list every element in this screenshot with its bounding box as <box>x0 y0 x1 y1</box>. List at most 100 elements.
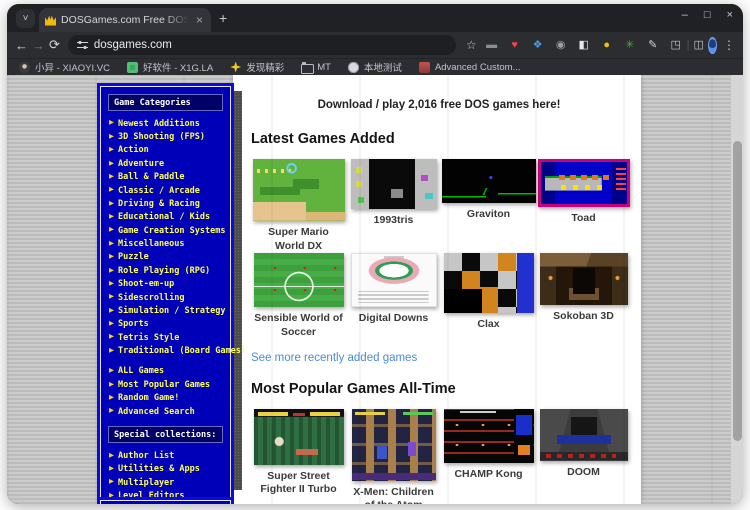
bullet-arrow-icon: ▶ <box>109 321 114 328</box>
game-thumbnail-graviton[interactable] <box>442 159 536 203</box>
game-thumbnail-clax[interactable] <box>444 253 534 313</box>
sidebar-item[interactable]: ▶Miscellaneous <box>107 237 224 250</box>
game-title-link[interactable]: CHAMP Kong <box>454 468 522 482</box>
game-thumbnail-toad[interactable] <box>538 159 630 207</box>
game-title-link[interactable]: Clax <box>477 318 499 332</box>
new-tab-button[interactable]: + <box>219 10 227 26</box>
game-thumbnail-ssf2t[interactable] <box>254 409 344 465</box>
sidebar-item[interactable]: ▶Most Popular Games <box>107 378 224 391</box>
reader-extension-icon[interactable]: ▬ <box>485 40 499 51</box>
maximize-button[interactable]: □ <box>704 10 711 21</box>
address-bar[interactable]: dosgames.com <box>68 35 456 55</box>
bookmark-item[interactable]: 好软件 - X1G.LA <box>127 60 213 74</box>
game-title-link[interactable]: Toad <box>571 212 595 226</box>
game-title-link[interactable]: Digital Downs <box>359 312 428 326</box>
bullet-arrow-icon: ▶ <box>109 382 114 389</box>
tab-search-button[interactable]: ˅ <box>16 9 35 28</box>
sidebar-item[interactable]: ▶Educational / Kids <box>107 211 224 224</box>
game-title-link[interactable]: X-Men: Children of the Atom <box>348 486 440 504</box>
sidebar-item[interactable]: ▶Utilities & Apps <box>107 463 224 476</box>
popular-games-heading: Most Popular Games All-Time <box>251 381 627 397</box>
sidebar-item[interactable]: ▶Driving & Racing <box>107 197 224 210</box>
sidebar-item-label: Ball & Paddle <box>118 172 185 182</box>
sidebar-item-label: Sports <box>118 319 149 329</box>
bookmark-star-icon[interactable]: ☆ <box>466 38 477 52</box>
url-text[interactable]: dosgames.com <box>94 39 172 51</box>
bookmark-item[interactable]: Advanced Custom... <box>419 62 521 73</box>
sidebar-item[interactable]: ▶Ball & Paddle <box>107 171 224 184</box>
sidebar-item[interactable]: ▶Tetris Style <box>107 331 224 344</box>
game-title-link[interactable]: Graviton <box>467 208 510 222</box>
game-thumbnail-champ[interactable] <box>444 409 534 463</box>
back-button[interactable]: ← <box>15 38 28 53</box>
camera-extension-icon[interactable]: ◉ <box>554 40 568 51</box>
profile-avatar[interactable] <box>708 37 717 54</box>
plant-extension-icon[interactable]: ✳ <box>623 40 637 51</box>
bookmark-item[interactable]: 发现精彩 <box>230 60 284 74</box>
sidebar-item[interactable]: ▶ Shoot-em-up <box>107 278 224 291</box>
duck-extension-icon[interactable]: ● <box>600 40 614 51</box>
menu-kebab-icon[interactable]: ⋮ <box>723 38 735 52</box>
see-more-link[interactable]: See more recently added games <box>251 352 417 364</box>
game-cell: DOOM <box>536 409 631 504</box>
game-thumbnail-xmen[interactable] <box>352 409 436 481</box>
game-title-link[interactable]: DOOM <box>567 466 600 480</box>
sidebar-item[interactable]: ▶Random Game! <box>107 392 224 405</box>
game-thumbnail-smw[interactable] <box>253 159 345 221</box>
pen-extension-icon[interactable]: ✎ <box>646 40 660 51</box>
tab-close-icon[interactable]: × <box>194 14 205 26</box>
sidebar-item-label: Shoot-em-up <box>118 279 174 289</box>
sidebar-item[interactable]: ▶Role Playing (RPG) <box>107 264 224 277</box>
sidebar-item[interactable]: ▶Advanced Search <box>107 405 224 418</box>
game-thumbnail-sokoban[interactable] <box>540 253 628 305</box>
extensions-puzzle-icon[interactable]: ◳ <box>669 40 683 51</box>
sidebar-item[interactable]: ▶Multiplayer <box>107 476 224 489</box>
sidebar-item[interactable]: ▶Game Creation Systems <box>107 224 224 237</box>
game-thumbnail-tris[interactable] <box>351 159 437 209</box>
sidebar-item[interactable]: ▶Action <box>107 144 224 157</box>
forward-button[interactable]: → <box>32 38 45 53</box>
bookmark-item[interactable]: MT <box>301 62 331 73</box>
site-info-icon[interactable] <box>77 40 88 50</box>
game-title-link[interactable]: Super Street Fighter II Turbo <box>253 470 345 497</box>
bookmark-item[interactable]: 本地测试 <box>348 60 402 74</box>
sidebar-item[interactable]: ▶ Sports <box>107 318 224 331</box>
game-thumbnail-dd[interactable] <box>351 253 437 307</box>
scrollbar-thumb[interactable] <box>733 141 742 441</box>
bullet-arrow-icon: ▶ <box>109 214 114 221</box>
contrast-extension-icon[interactable]: ◧ <box>577 40 591 51</box>
sidebar-item[interactable]: ▶ALL Games <box>107 365 224 378</box>
sidebar-item[interactable]: ▶Newest Additions <box>107 117 224 130</box>
game-title-link[interactable]: Sokoban 3D <box>553 310 614 324</box>
sidebar-item[interactable]: ▶3D Shooting (FPS) <box>107 130 224 143</box>
active-tab[interactable]: DOSGames.com Free DOS g... × <box>39 8 211 32</box>
tab-title: DOSGames.com Free DOS g... <box>61 14 189 26</box>
sidebar-item-label: Sidescrolling <box>118 293 185 303</box>
bullet-arrow-icon: ▶ <box>109 281 114 288</box>
close-button[interactable]: × <box>727 10 733 21</box>
game-thumbnail-doom[interactable] <box>540 409 628 461</box>
bookmark-item[interactable]: 小异 - XIAOYI.VC <box>19 60 110 74</box>
page-scrollbar[interactable] <box>731 75 743 504</box>
game-title-link[interactable]: Super Mario World DX <box>253 226 345 253</box>
window-controls: – □ × <box>682 10 733 21</box>
minimize-button[interactable]: – <box>682 10 688 21</box>
sidebar-item[interactable]: ▶Classic / Arcade <box>107 184 224 197</box>
browser-toolbar: ← → ⟳ dosgames.com ☆ ▬♥❖◉◧●✳✎◳ | ◫ ⋮ <box>7 32 743 58</box>
game-cell: Sensible World of Soccer <box>251 253 346 339</box>
bullet-arrow-icon: ▶ <box>109 268 114 275</box>
sidebar-item[interactable]: ▶Traditional (Board Games) <box>107 344 224 357</box>
game-title-link[interactable]: Sensible World of Soccer <box>253 312 345 339</box>
heart-extension-icon[interactable]: ♥ <box>508 40 522 51</box>
game-cell: 1993tris <box>346 159 441 253</box>
layers-extension-icon[interactable]: ❖ <box>531 40 545 51</box>
sidebar-item[interactable]: ▶Author List <box>107 449 224 462</box>
sidebar-item[interactable]: ▶Puzzle <box>107 251 224 264</box>
sidebar-item[interactable]: ▶Sidescrolling <box>107 291 224 304</box>
side-panel-icon[interactable]: ◫ <box>694 40 704 51</box>
sidebar-item[interactable]: ▶Adventure <box>107 157 224 170</box>
game-title-link[interactable]: 1993tris <box>374 214 414 228</box>
game-thumbnail-swos[interactable] <box>254 253 344 307</box>
reload-button[interactable]: ⟳ <box>49 37 60 53</box>
sidebar-item[interactable]: ▶Simulation / Strategy <box>107 304 224 317</box>
